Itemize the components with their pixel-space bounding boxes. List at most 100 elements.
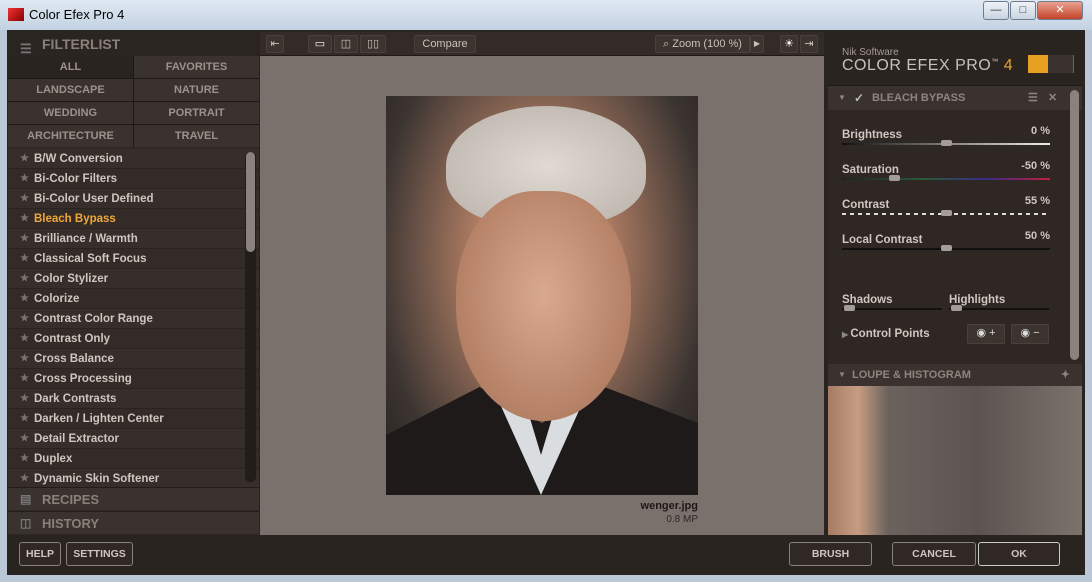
slider-value[interactable]: -50 % [1021, 160, 1050, 172]
filterlist-title: FILTERLIST [42, 36, 121, 52]
filter-label: Detail Extractor [34, 433, 120, 445]
slider-knob[interactable] [889, 175, 900, 181]
star-icon[interactable]: ★ [20, 429, 29, 449]
filter-label: Dark Contrasts [34, 393, 117, 405]
filter-item[interactable]: ★ Duplex [8, 449, 259, 469]
filter-item[interactable]: ★ Dynamic Skin Softener [8, 469, 259, 488]
filter-item[interactable]: ★ Bi-Color User Defined [8, 189, 259, 209]
maximize-button[interactable]: □ [1010, 1, 1036, 20]
slider-value[interactable]: 0 % [1031, 125, 1050, 137]
side-by-side-view-icon[interactable]: ▯▯ [360, 35, 386, 53]
filter-item[interactable]: ★ Dark Contrasts [8, 389, 259, 409]
category-landscape[interactable]: LANDSCAPE [8, 79, 133, 101]
category-nature[interactable]: NATURE [134, 79, 259, 101]
remove-filter-icon[interactable]: ✕ [1048, 86, 1057, 110]
category-architecture[interactable]: ARCHITECTURE [8, 125, 133, 147]
star-icon[interactable]: ★ [20, 209, 29, 229]
settings-button[interactable]: SETTINGS [66, 542, 133, 566]
history-label: HISTORY [42, 516, 100, 531]
star-icon[interactable]: ★ [20, 189, 29, 209]
filter-item[interactable]: ★ Cross Processing [8, 369, 259, 389]
cancel-button[interactable]: CANCEL [892, 542, 976, 566]
zoom-button[interactable]: ⌕ Zoom (100 %) [655, 35, 750, 53]
remove-control-point-button[interactable]: ◉ − [1011, 324, 1049, 344]
recipes-section[interactable]: ▤ RECIPES [8, 487, 259, 510]
category-travel[interactable]: TRAVEL [134, 125, 259, 147]
filter-item[interactable]: ★ Color Stylizer [8, 269, 259, 289]
star-icon[interactable]: ★ [20, 149, 29, 169]
filter-item[interactable]: ★ Contrast Color Range [8, 309, 259, 329]
star-icon[interactable]: ★ [20, 369, 29, 389]
star-icon[interactable]: ★ [20, 309, 29, 329]
brush-button[interactable]: BRUSH [789, 542, 872, 566]
filter-item[interactable]: ★ Bleach Bypass [8, 209, 259, 229]
star-icon[interactable]: ★ [20, 169, 29, 189]
right-panel-scrollbar[interactable] [1070, 90, 1079, 360]
control-points-toggle[interactable]: ▶ Control Points [842, 328, 930, 340]
star-icon[interactable]: ★ [20, 229, 29, 249]
star-icon[interactable]: ★ [20, 349, 29, 369]
filter-enable-checkbox[interactable]: ✓ [854, 86, 864, 110]
brightness-slider[interactable]: Brightness 0 % [842, 125, 1050, 146]
slider-knob[interactable] [941, 140, 952, 146]
star-icon[interactable]: ★ [20, 449, 29, 469]
shadows-slider[interactable]: Shadows [842, 290, 942, 311]
hide-left-panel-icon[interactable]: ⇤ [266, 35, 284, 53]
close-button[interactable]: ✕ [1037, 1, 1083, 20]
loupe-image[interactable] [828, 386, 1082, 535]
local-contrast-slider[interactable]: Local Contrast 50 % [842, 230, 1050, 251]
star-icon[interactable]: ★ [20, 329, 29, 349]
star-icon[interactable]: ★ [20, 389, 29, 409]
category-favorites[interactable]: FAVORITES [134, 56, 259, 78]
star-icon[interactable]: ★ [20, 469, 29, 488]
slider-track[interactable] [842, 178, 1050, 180]
split-view-icon[interactable]: ◫ [334, 35, 358, 53]
add-control-point-button[interactable]: ◉ + [967, 324, 1005, 344]
saturation-slider[interactable]: Saturation -50 % [842, 160, 1050, 181]
minimize-button[interactable]: — [983, 1, 1009, 20]
filter-item[interactable]: ★ Cross Balance [8, 349, 259, 369]
filter-item[interactable]: ★ Darken / Lighten Center [8, 409, 259, 429]
filter-item[interactable]: ★ Classical Soft Focus [8, 249, 259, 269]
window-title: Color Efex Pro 4 [29, 7, 125, 22]
filterlist-header[interactable]: ☰ FILTERLIST [8, 32, 259, 56]
highlights-slider[interactable]: Highlights [949, 290, 1049, 311]
filter-menu-icon[interactable]: ☰ [1028, 86, 1038, 110]
star-icon[interactable]: ★ [20, 289, 29, 309]
ok-button[interactable]: OK [978, 542, 1060, 566]
filter-list-scrollbar[interactable] [245, 152, 256, 482]
filter-item[interactable]: ★ Detail Extractor [8, 429, 259, 449]
star-icon[interactable]: ★ [20, 269, 29, 289]
filter-item[interactable]: ★ Bi-Color Filters [8, 169, 259, 189]
star-icon[interactable]: ★ [20, 249, 29, 269]
history-section[interactable]: ◫ HISTORY [8, 511, 259, 534]
slider-value[interactable]: 55 % [1025, 195, 1050, 207]
compare-button[interactable]: Compare [414, 35, 476, 53]
help-button[interactable]: HELP [19, 542, 61, 566]
scrollbar-thumb[interactable] [246, 152, 255, 252]
filter-item[interactable]: ★ Brilliance / Warmth [8, 229, 259, 249]
filter-label: Color Stylizer [34, 273, 109, 285]
hide-right-panel-icon[interactable]: ⇥ [800, 35, 818, 53]
filter-title: BLEACH BYPASS [872, 92, 966, 104]
slider-knob[interactable] [941, 210, 952, 216]
loupe-header[interactable]: ▼ LOUPE & HISTOGRAM ✦ [828, 364, 1082, 386]
collapse-arrow-icon[interactable]: ▼ [838, 86, 846, 110]
slider-label: Contrast [842, 199, 890, 211]
single-view-icon[interactable]: ▭ [308, 35, 332, 53]
app-window: ☰ FILTERLIST ALL FAVORITES LANDSCAPE NATURE W… [7, 30, 1085, 575]
brand-header: Nik Software COLOR EFEX PRO™ 4 [828, 32, 1082, 86]
background-light-icon[interactable]: ☀ [780, 35, 798, 53]
preview-image[interactable] [386, 96, 698, 495]
filter-item[interactable]: ★ B/W Conversion [8, 149, 259, 169]
zoom-menu-arrow-icon[interactable]: ▶ [750, 35, 764, 53]
slider-value[interactable]: 50 % [1025, 230, 1050, 242]
filter-item[interactable]: ★ Contrast Only [8, 329, 259, 349]
category-portrait[interactable]: PORTRAIT [134, 102, 259, 124]
contrast-slider[interactable]: Contrast 55 % [842, 195, 1050, 216]
slider-knob[interactable] [941, 245, 952, 251]
star-icon[interactable]: ★ [20, 409, 29, 429]
filter-item[interactable]: ★ Colorize [8, 289, 259, 309]
category-wedding[interactable]: WEDDING [8, 102, 133, 124]
pin-icon[interactable]: ✦ [1061, 364, 1070, 386]
